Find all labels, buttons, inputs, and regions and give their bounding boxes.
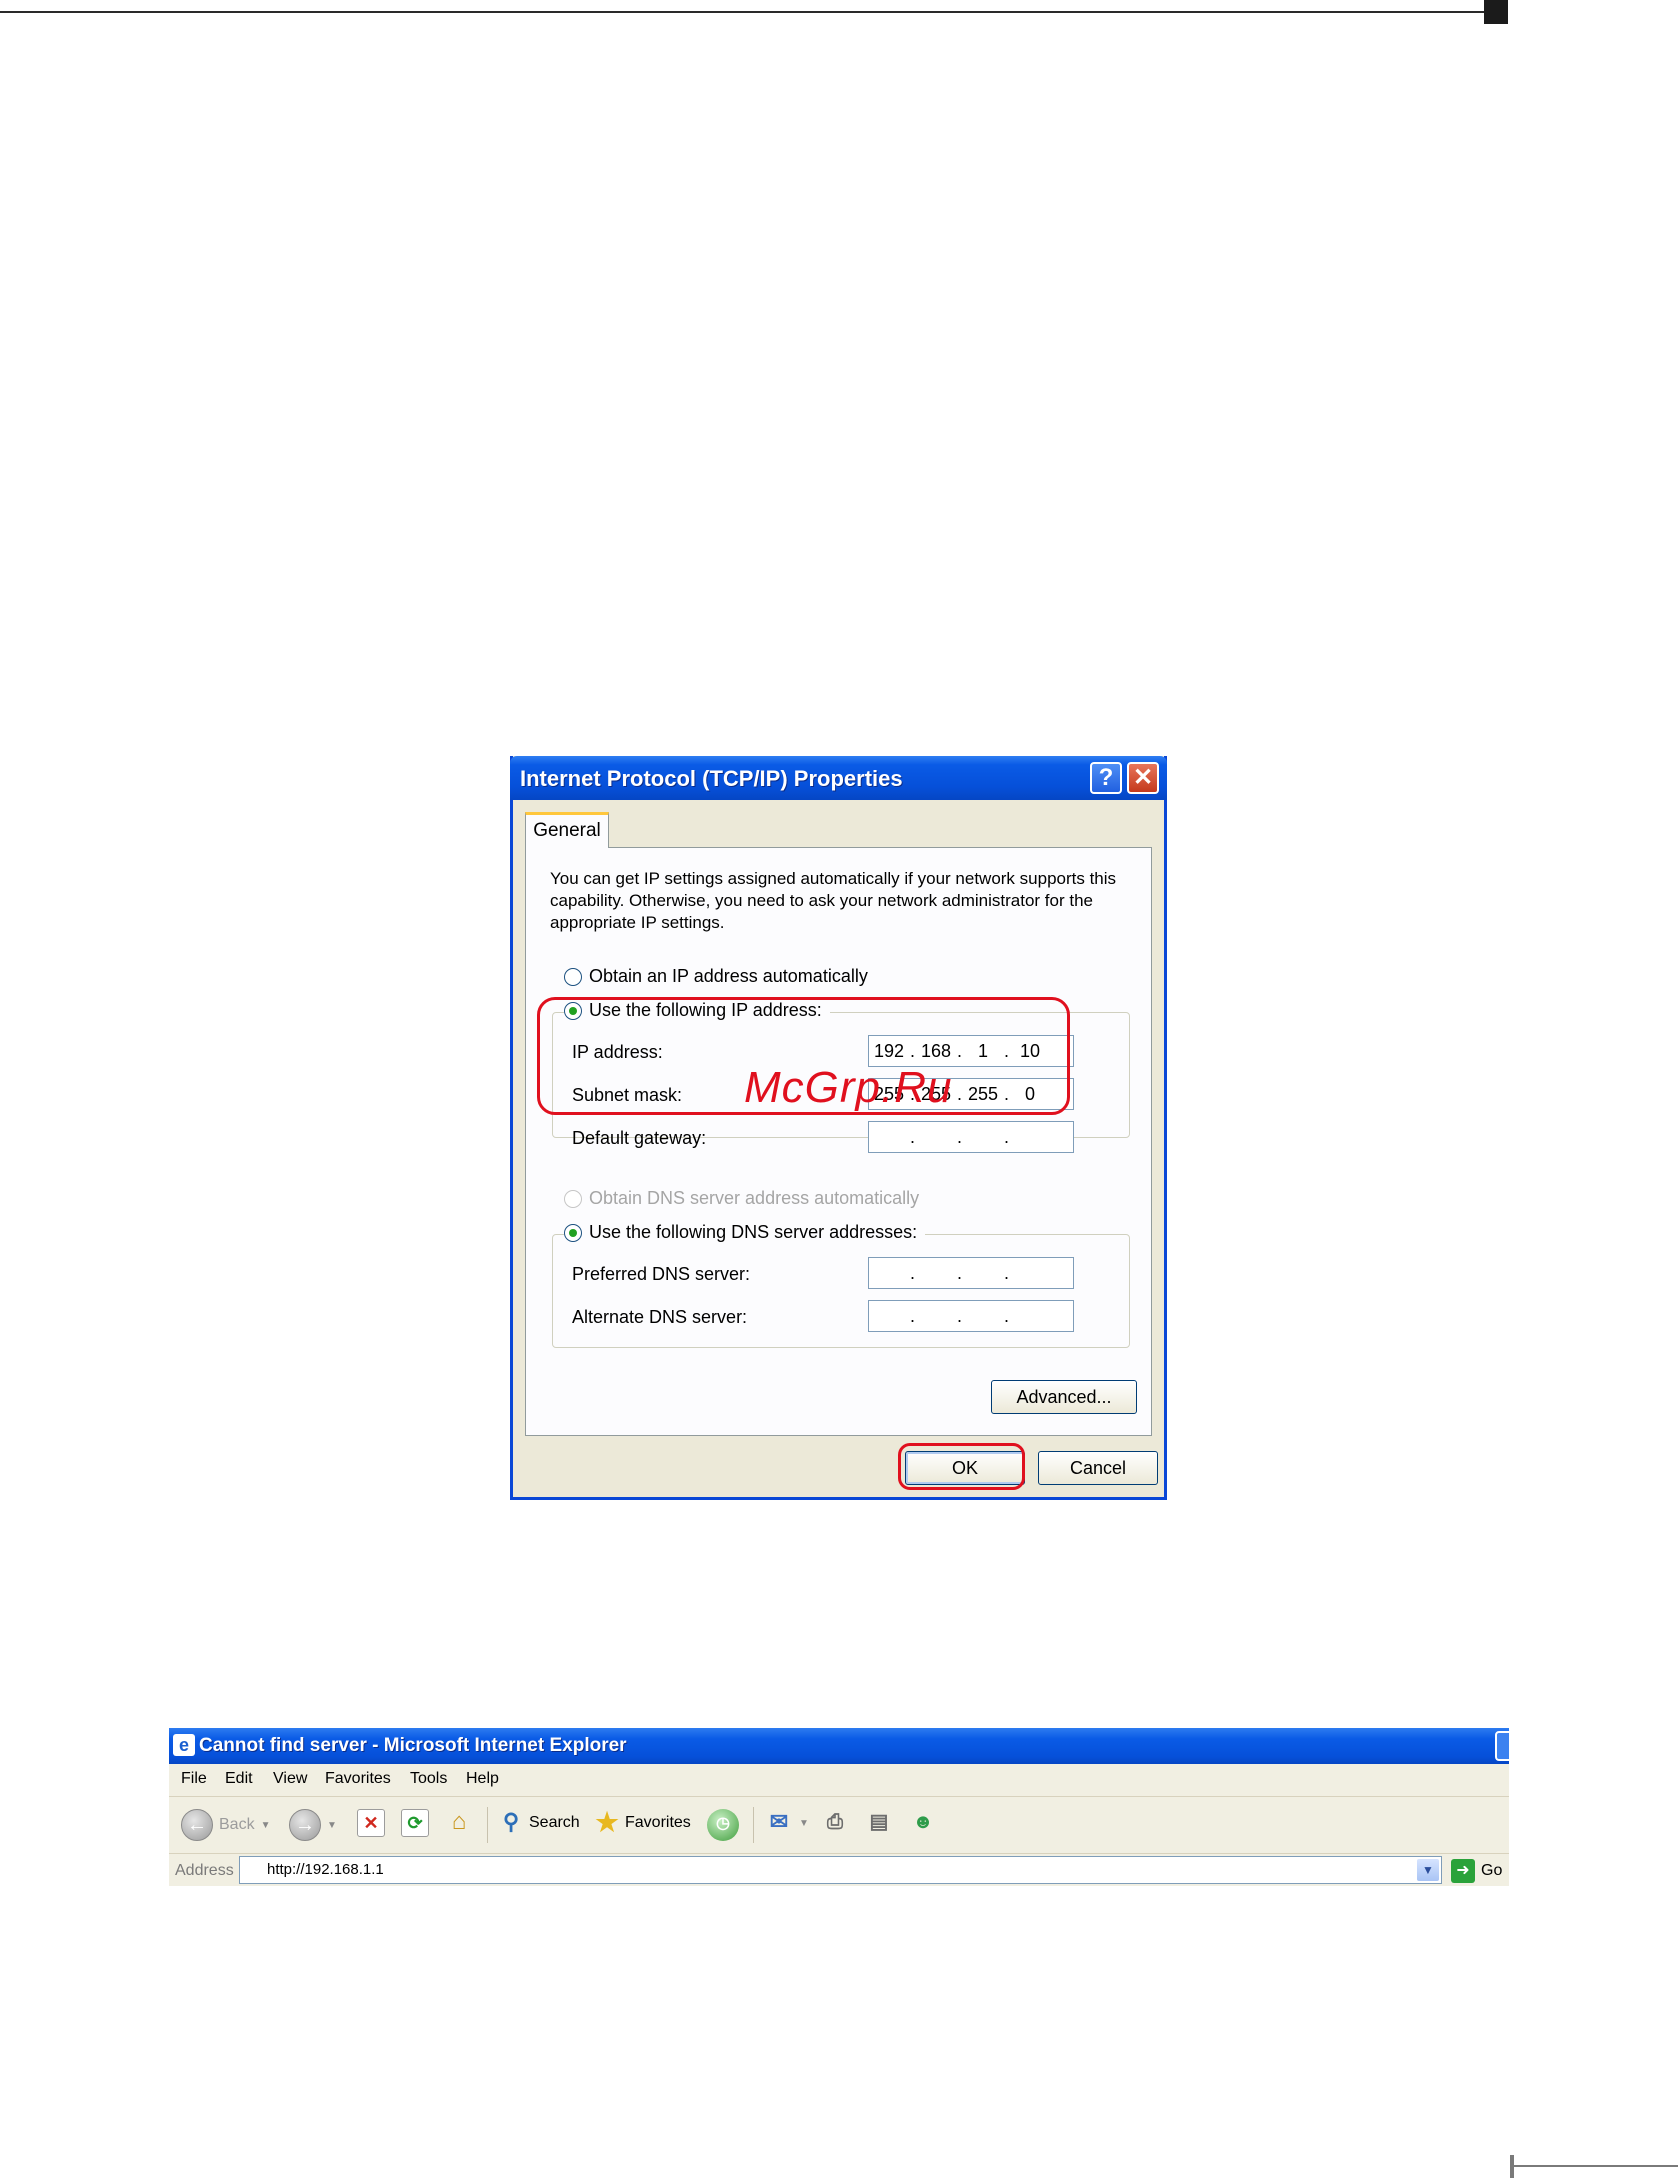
alternate-dns-label: Alternate DNS server:	[572, 1307, 748, 1327]
default-gateway-label: Default gateway:	[572, 1128, 707, 1148]
ip-address-label: IP address:	[572, 1042, 663, 1062]
ie-minimize-button[interactable]	[1495, 1731, 1509, 1761]
ip-octet-2: 168	[920, 1040, 952, 1061]
edit-page-icon: ▤	[869, 1811, 889, 1833]
back-arrow-icon: ←	[181, 1809, 213, 1841]
page-bottom-rule	[1510, 2165, 1678, 2167]
ie-window-title: Cannot find server - Microsoft Internet …	[199, 1735, 627, 1756]
back-dropdown-icon: ▼	[260, 1819, 271, 1831]
menu-edit[interactable]: Edit	[225, 1770, 253, 1788]
mail-button[interactable]: ✉ ▼	[765, 1809, 809, 1837]
general-tab-panel: You can get IP settings assigned automat…	[525, 847, 1152, 1436]
alternate-dns-field[interactable]: . . .	[868, 1300, 1074, 1332]
go-button[interactable]: ➜ Go	[1451, 1859, 1502, 1883]
ie-address-bar: Address http://192.168.1.1 ▼ ➜ Go	[169, 1854, 1509, 1886]
favorites-button[interactable]: ★ Favorites	[593, 1807, 691, 1837]
use-ip-label: Use the following IP address:	[589, 1000, 822, 1020]
use-ip-option[interactable]: Use the following IP address:	[564, 1000, 830, 1021]
search-icon: ⚲	[502, 1809, 520, 1834]
watermark-text: McGrp.Ru	[744, 1063, 953, 1112]
default-gateway-field[interactable]: . . .	[868, 1121, 1074, 1153]
use-ip-radio[interactable]	[564, 1001, 582, 1020]
obtain-dns-auto-option[interactable]: Obtain DNS server address automatically	[564, 1188, 919, 1209]
ok-button[interactable]: OK	[905, 1451, 1025, 1485]
ip-octet-4: 10	[1020, 1040, 1041, 1061]
use-dns-label: Use the following DNS server addresses:	[589, 1222, 918, 1242]
menu-view[interactable]: View	[273, 1770, 307, 1788]
home-icon: ⌂	[451, 1808, 467, 1835]
menu-tools[interactable]: Tools	[410, 1770, 447, 1788]
ie-titlebar[interactable]: e Cannot find server - Microsoft Interne…	[169, 1728, 1509, 1764]
stop-button[interactable]: ✕	[357, 1809, 385, 1837]
advanced-button[interactable]: Advanced...	[991, 1380, 1137, 1414]
obtain-ip-auto-option[interactable]: Obtain an IP address automatically	[564, 966, 868, 987]
toolbar-separator	[753, 1807, 754, 1843]
back-label: Back	[219, 1816, 255, 1833]
use-dns-option[interactable]: Use the following DNS server addresses:	[564, 1222, 926, 1243]
forward-arrow-icon: →	[289, 1809, 321, 1841]
ip-octet-3: 1	[978, 1040, 989, 1061]
help-icon: ?	[1098, 764, 1114, 791]
close-button[interactable]: ✕	[1127, 762, 1159, 794]
stop-icon: ✕	[357, 1809, 385, 1837]
dialog-title: Internet Protocol (TCP/IP) Properties	[520, 766, 903, 791]
close-icon: ✕	[1132, 764, 1154, 791]
menu-favorites[interactable]: Favorites	[325, 1770, 391, 1788]
tcpip-properties-dialog: Internet Protocol (TCP/IP) Properties ? …	[510, 756, 1167, 1500]
obtain-dns-auto-radio[interactable]	[564, 1189, 582, 1208]
favorites-star-icon: ★	[595, 1807, 619, 1837]
subnet-octet-4: 0	[1025, 1083, 1036, 1104]
page-corner-marker	[1484, 0, 1508, 24]
forward-dropdown-icon: ▼	[327, 1819, 337, 1831]
preferred-dns-field[interactable]: . . .	[868, 1257, 1074, 1289]
menu-file[interactable]: File	[181, 1770, 207, 1788]
favorites-label: Favorites	[625, 1814, 691, 1831]
back-button[interactable]: ← Back ▼	[181, 1809, 270, 1841]
preferred-dns-label: Preferred DNS server:	[572, 1264, 751, 1284]
search-button[interactable]: ⚲ Search	[497, 1809, 580, 1837]
mail-icon: ✉	[769, 1809, 789, 1834]
messenger-button[interactable]: ☻	[909, 1809, 937, 1837]
address-dropdown-icon[interactable]: ▼	[1417, 1859, 1439, 1881]
dialog-titlebar[interactable]: Internet Protocol (TCP/IP) Properties ? …	[510, 756, 1167, 800]
cancel-button[interactable]: Cancel	[1038, 1451, 1158, 1485]
menu-help[interactable]: Help	[466, 1770, 499, 1788]
help-button[interactable]: ?	[1090, 762, 1122, 794]
edit-button[interactable]: ▤	[865, 1809, 893, 1837]
obtain-dns-auto-label: Obtain DNS server address automatically	[589, 1188, 920, 1208]
obtain-ip-auto-label: Obtain an IP address automatically	[589, 966, 868, 986]
address-label: Address	[175, 1862, 234, 1879]
history-button[interactable]: ◷	[707, 1809, 739, 1841]
mail-dropdown-icon: ▼	[799, 1817, 809, 1829]
subnet-mask-label: Subnet mask:	[572, 1085, 683, 1105]
page-bottom-tick	[1510, 2155, 1514, 2178]
home-button[interactable]: ⌂	[445, 1809, 473, 1837]
go-label: Go	[1481, 1862, 1503, 1879]
use-dns-radio[interactable]	[564, 1223, 582, 1242]
ie-logo-icon: e	[173, 1734, 195, 1756]
subnet-octet-3: 255	[968, 1083, 999, 1104]
forward-button[interactable]: → ▼	[289, 1809, 337, 1841]
toolbar-separator	[487, 1807, 488, 1843]
intro-text: You can get IP settings assigned automat…	[550, 869, 1117, 932]
address-input[interactable]: http://192.168.1.1 ▼	[239, 1856, 1442, 1884]
tab-general[interactable]: General	[525, 812, 609, 848]
ie-menubar: File Edit View Favorites Tools Help	[169, 1764, 1509, 1797]
go-arrow-icon: ➜	[1451, 1859, 1475, 1883]
address-value: http://192.168.1.1	[267, 1861, 384, 1878]
search-label: Search	[529, 1814, 580, 1831]
printer-icon: ⎙	[827, 1811, 843, 1833]
ie-browser-window: e Cannot find server - Microsoft Interne…	[169, 1728, 1509, 1886]
ie-toolbar: ← Back ▼ → ▼ ✕ ⟳ ⌂ ⚲ Search ★ Favorites …	[169, 1797, 1509, 1854]
refresh-icon: ⟳	[401, 1809, 429, 1837]
refresh-button[interactable]: ⟳	[401, 1809, 429, 1837]
print-button[interactable]: ⎙	[821, 1809, 849, 1837]
ip-octet-1: 192	[873, 1040, 905, 1061]
history-icon: ◷	[707, 1809, 739, 1841]
messenger-icon: ☻	[912, 1811, 934, 1833]
page-top-rule	[0, 11, 1490, 13]
obtain-ip-auto-radio[interactable]	[564, 967, 582, 986]
